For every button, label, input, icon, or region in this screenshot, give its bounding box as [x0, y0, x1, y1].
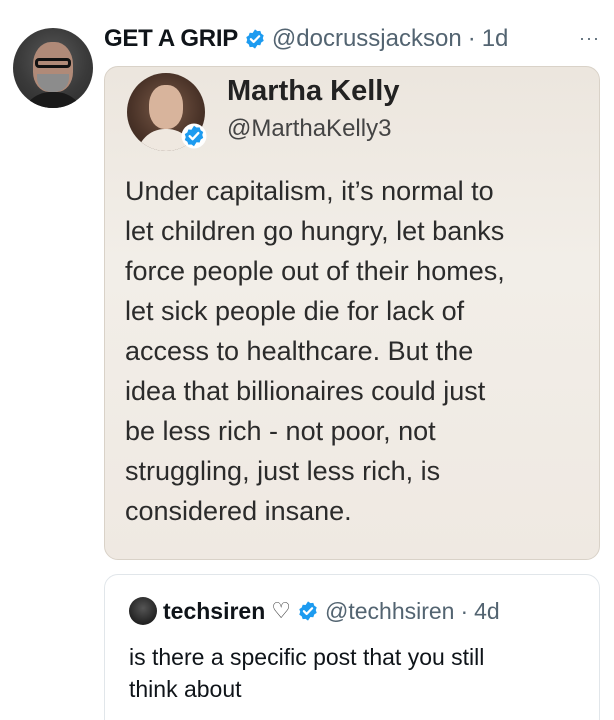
author-display-name[interactable]: GET A GRIP	[104, 25, 238, 53]
tweet-header: GET A GRIP @docrussjackson · 1d	[104, 22, 508, 56]
verified-badge-icon	[181, 123, 207, 149]
author-handle[interactable]: @docrussjackson	[272, 25, 462, 53]
heart-outline-icon: ♡	[271, 598, 291, 623]
author-avatar[interactable]	[13, 28, 93, 108]
embedded-avatar-face	[149, 85, 183, 129]
avatar-shirt	[21, 92, 85, 108]
separator-dot: ·	[460, 597, 469, 624]
separator-dot: ·	[467, 25, 476, 52]
quoted-tweet-header: techsiren ♡ @techhsiren · 4d	[129, 597, 500, 625]
quoted-author-handle: @techhsiren	[325, 597, 455, 624]
tweet: GET A GRIP @docrussjackson · 1d ··· Mart…	[0, 0, 614, 720]
tweet-timestamp[interactable]: 1d	[482, 25, 509, 53]
quoted-author-name: techsiren	[163, 597, 266, 624]
quoted-tweet[interactable]: techsiren ♡ @techhsiren · 4d is there a …	[104, 574, 600, 720]
quoted-tweet-timestamp: 4d	[474, 597, 500, 624]
more-options-icon[interactable]: ···	[579, 28, 600, 49]
embedded-tweet-image[interactable]: Martha Kelly @MarthaKelly3 Under capital…	[104, 66, 600, 560]
quoted-tweet-text: is there a specific post that you still …	[129, 644, 485, 702]
avatar-glasses	[35, 58, 71, 68]
quoted-author-avatar	[129, 597, 157, 625]
verified-badge-icon	[246, 29, 264, 49]
embedded-author-handle: @MarthaKelly3	[227, 115, 392, 142]
embedded-tweet-text: Under capitalism, it’s normal to let chi…	[125, 176, 505, 526]
verified-badge-icon	[299, 601, 317, 621]
embedded-author-name: Martha Kelly	[227, 75, 400, 107]
